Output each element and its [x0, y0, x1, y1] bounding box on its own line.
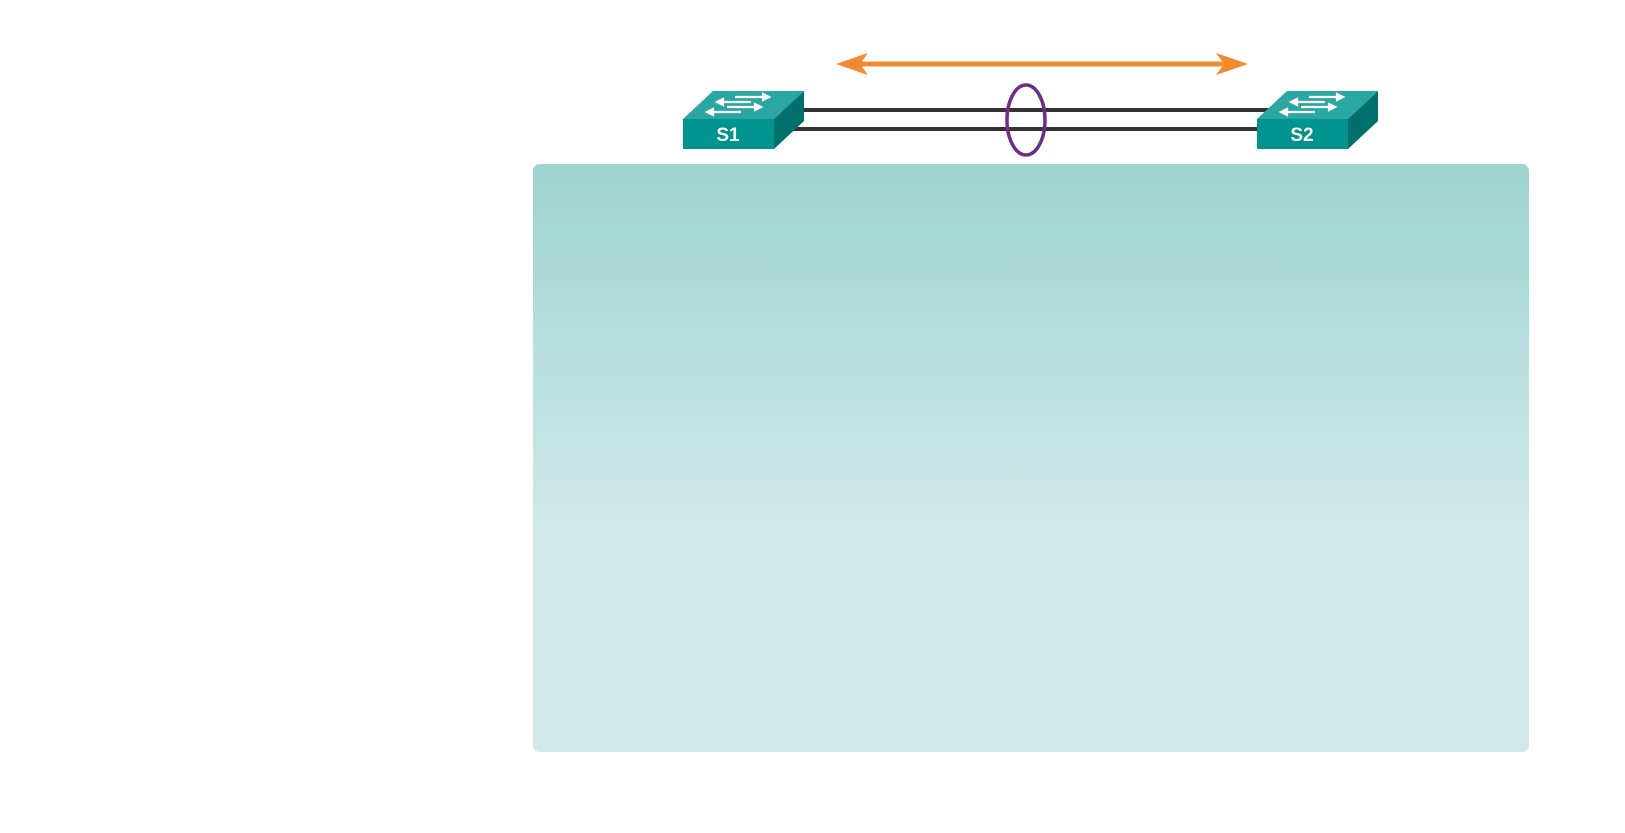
switch-s1[interactable]: S1 — [683, 91, 804, 149]
double-headed-arrow-icon — [836, 53, 1248, 75]
etherchannel-ellipse-icon — [1005, 83, 1047, 157]
switch-label: S2 — [1290, 125, 1313, 146]
switch-s2[interactable]: S2 — [1257, 91, 1378, 149]
info-panel — [533, 164, 1529, 752]
switch-label: S1 — [716, 125, 740, 146]
network-diagram: S1 S2 — [533, 53, 1529, 752]
